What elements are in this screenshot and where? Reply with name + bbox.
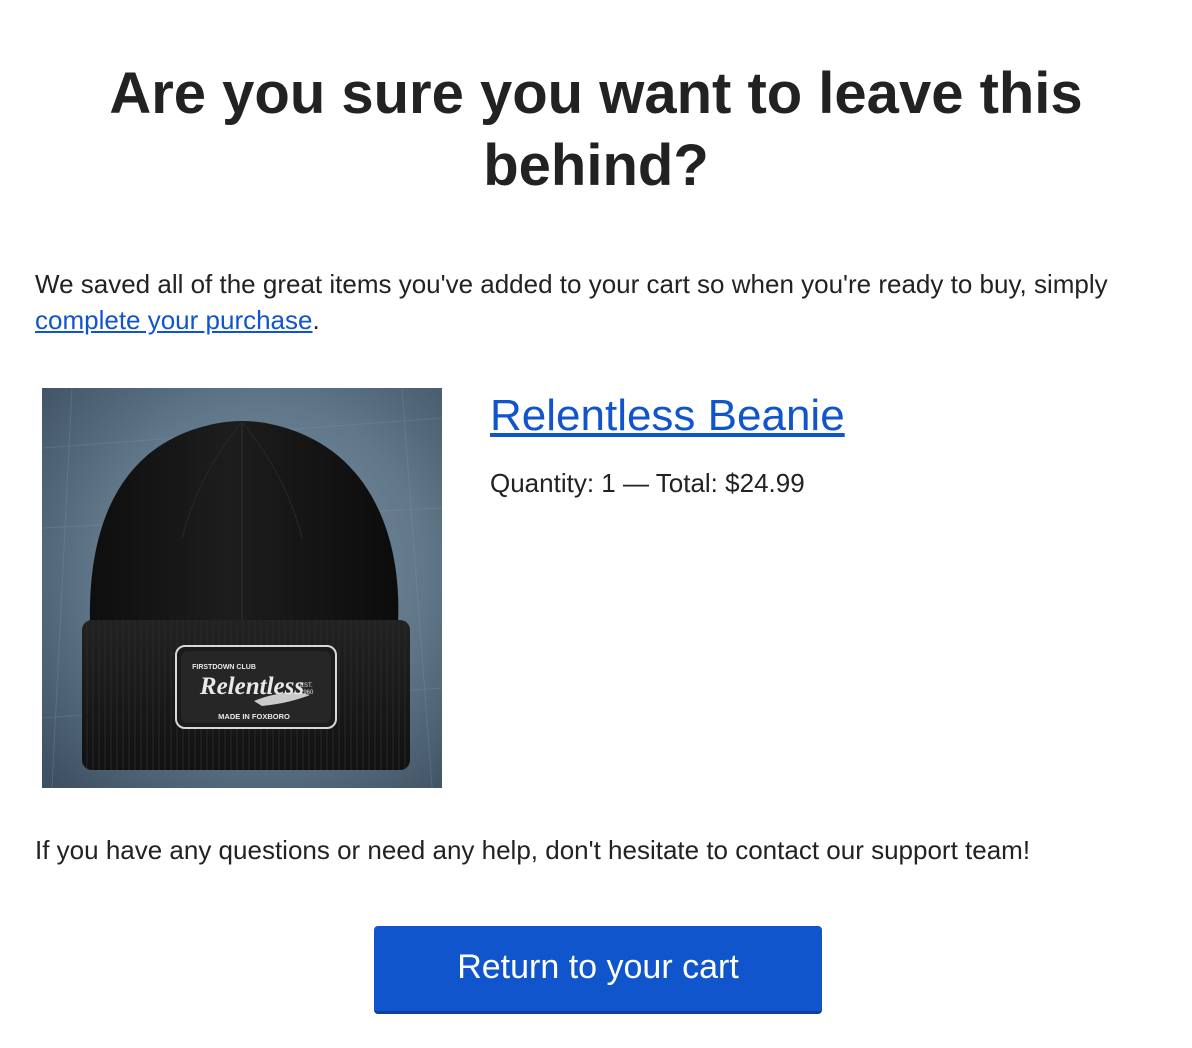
intro-text-end: . — [312, 305, 320, 335]
product-image[interactable]: FIRSTDOWN CLUB Relentless EST. 1960 MADE… — [42, 388, 442, 788]
complete-purchase-link[interactable]: complete your purchase — [35, 305, 312, 335]
return-to-cart-button[interactable]: Return to your cart — [374, 926, 822, 1014]
quantity-value: 1 — [601, 468, 616, 498]
total-label: Total: — [655, 468, 718, 498]
patch-est-label: EST. — [300, 683, 313, 689]
page-title: Are you sure you want to leave this behi… — [109, 61, 1083, 198]
meta-separator: — — [623, 468, 649, 498]
quantity-label: Quantity: — [490, 468, 595, 498]
intro-text: We saved all of the great items you've a… — [35, 266, 1165, 338]
support-text: If you have any questions or need any he… — [35, 835, 1031, 865]
intro-text-start: We saved all of the great items you've a… — [35, 269, 1108, 299]
patch-made-in-text: MADE IN FOXBORO — [218, 712, 290, 721]
product-title-link[interactable]: Relentless Beanie — [490, 388, 845, 444]
patch-club-text: FIRSTDOWN CLUB — [192, 664, 256, 671]
product-summary: Quantity: 1 — Total: $24.99 — [490, 465, 805, 501]
total-value: $24.99 — [725, 468, 805, 498]
